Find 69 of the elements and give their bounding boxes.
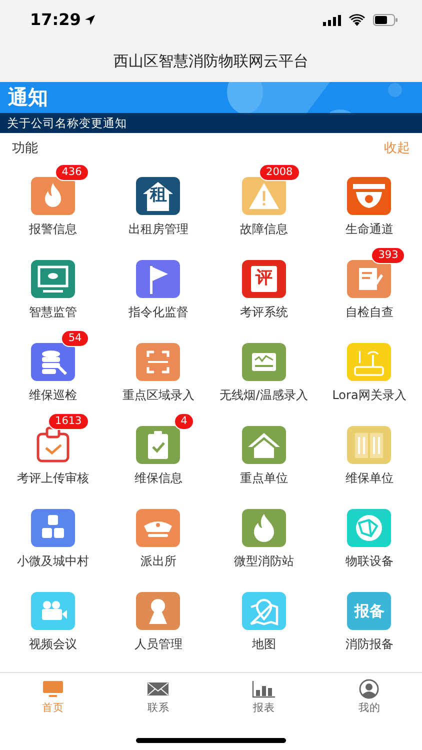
count-badge: 436 [54,164,89,181]
function-label: 报警信息 [28,221,77,238]
function-label: 视频会议 [28,636,77,653]
function-label: Lora网关录入 [332,387,406,404]
function-label: 智慧监管 [28,304,77,321]
function-label: 无线烟/温感录入 [220,387,308,404]
function-button[interactable] [30,343,75,381]
function-label: 维保巡检 [28,387,77,404]
function-button[interactable] [136,426,180,464]
function-label: 重点区域录入 [122,387,194,404]
function-button[interactable] [30,592,75,630]
function-label: 物联设备 [345,553,394,570]
function-label: 考评上传审核 [16,470,89,487]
location-icon [84,15,95,25]
notice-title: 关于公司名称变更通知 [0,113,422,133]
function-button[interactable] [136,343,180,381]
tab-bar-item[interactable]: 联系 [106,673,211,720]
monitor-icon [40,679,65,699]
function-button[interactable] [30,260,75,298]
function-label: 考评系统 [240,304,288,321]
function-label: 维保单位 [345,470,394,487]
bar-chart-icon [252,679,276,699]
function-button[interactable] [242,509,286,547]
tab-bar-item[interactable]: 报表 [211,673,316,720]
function-button[interactable] [242,426,286,464]
function-label: 维保信息 [134,470,182,487]
function-label: 人员管理 [134,636,182,653]
function-button[interactable] [136,260,180,298]
function-label: 重点单位 [240,470,288,487]
function-label: 地图 [252,636,276,653]
section-title: 功能 [12,140,38,158]
function-label: 故障信息 [240,221,288,238]
function-label: 指令化监督 [128,304,188,321]
count-badge: 393 [371,247,406,264]
page-title: 西山区智慧消防物联网云平台 [114,50,308,72]
tab-bar-item[interactable]: 我的 [316,673,422,720]
function-button[interactable] [347,260,392,298]
function-button[interactable] [242,177,286,215]
function-button[interactable] [136,509,180,547]
function-button[interactable] [30,177,75,215]
function-button[interactable]: 租 [136,177,180,215]
function-label: 出租房管理 [128,221,188,238]
function-label: 派出所 [140,553,176,570]
function-label: 小微及城中村 [16,553,89,570]
signal-icon [323,14,341,26]
icon-text: 报备 [354,600,384,622]
function-button[interactable] [242,343,286,381]
count-badge: 1613 [48,413,89,430]
icon-text: 租 [150,184,167,208]
function-label: 微型消防站 [234,553,294,570]
function-label: 生命通道 [345,221,394,238]
wifi-icon [349,14,365,26]
clock: 17:29 [30,9,81,31]
function-button[interactable] [136,592,180,630]
banner-heading: 通知 [8,84,48,111]
function-button[interactable]: 评 [242,260,286,298]
function-label: 自检自查 [345,304,394,321]
count-badge: 54 [61,330,89,347]
count-badge: 2008 [259,164,300,181]
function-button[interactable] [30,509,75,547]
user-icon [357,679,382,699]
icon-text: 评 [255,267,272,290]
function-button[interactable] [242,592,286,630]
count-badge: 4 [174,413,194,430]
notice-banner[interactable]: 通知 关于公司名称变更通知 [0,82,422,133]
function-button[interactable] [347,509,392,547]
battery-icon [373,14,398,26]
function-label: 消防报备 [345,636,394,653]
function-button[interactable] [347,177,392,215]
